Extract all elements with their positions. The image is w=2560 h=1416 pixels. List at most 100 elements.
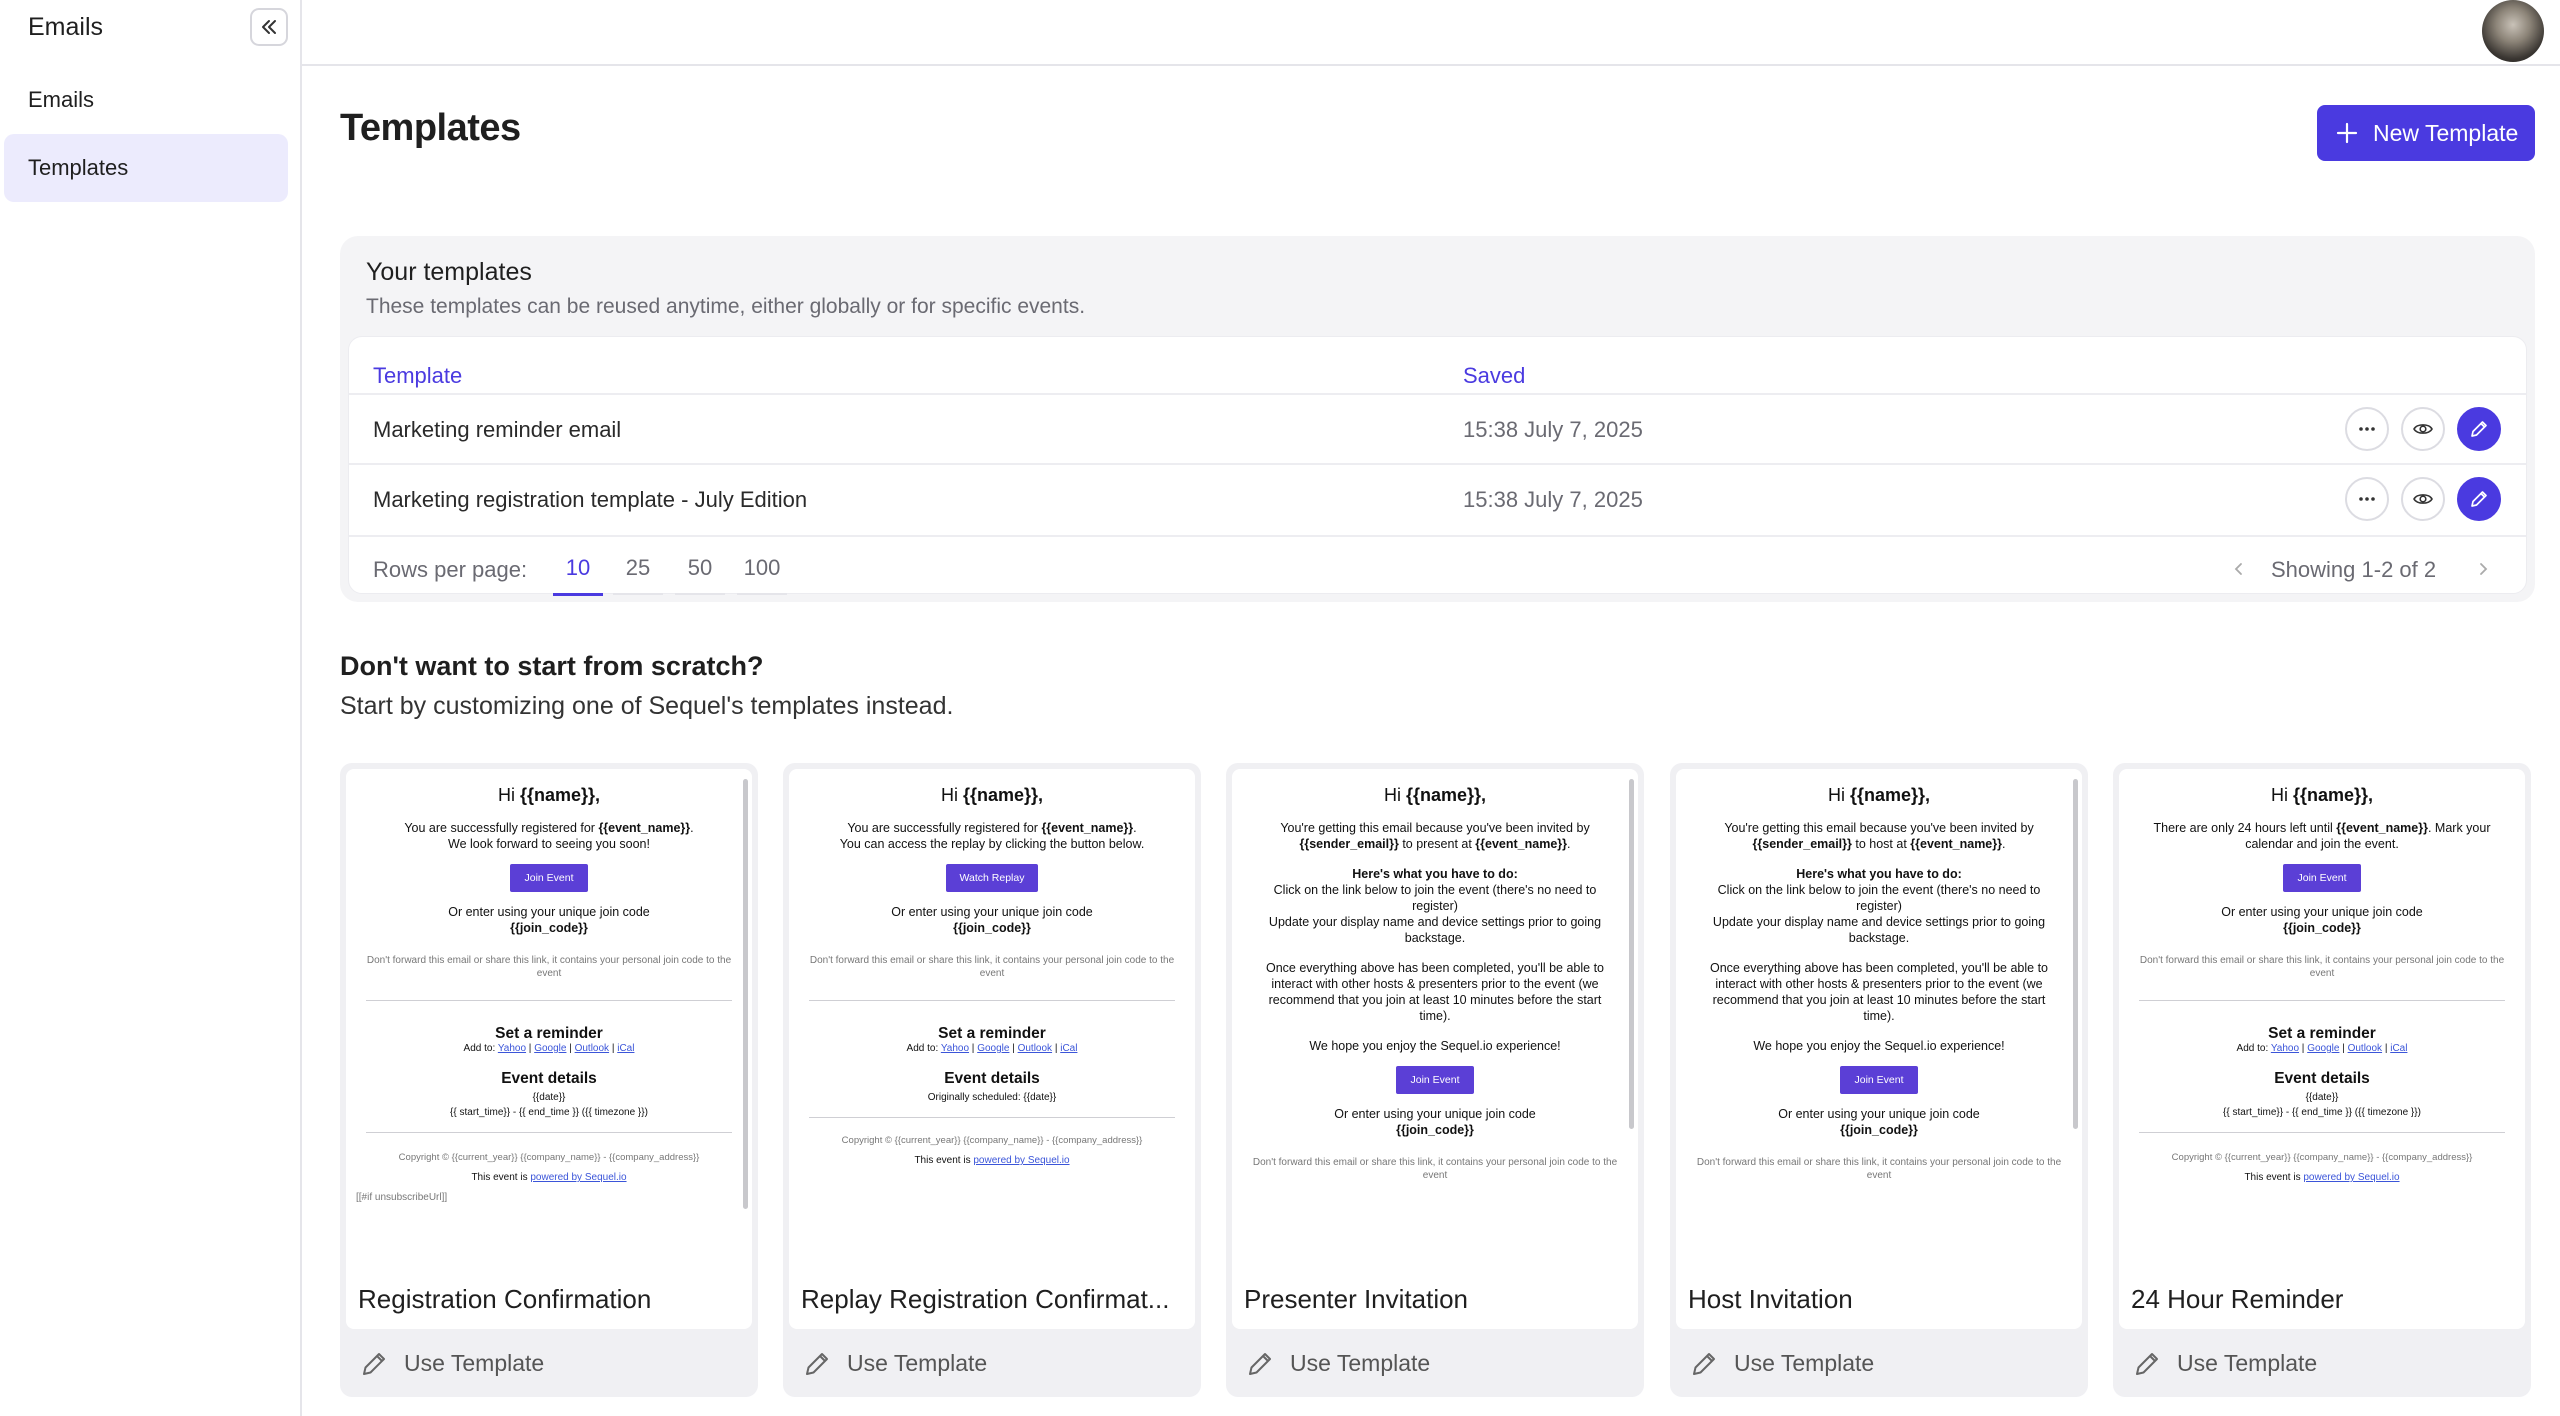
email-preview: Hi {{name}}, You're getting this email b… — [1676, 769, 2082, 1269]
preview-text: You can access the replay by clicking th… — [839, 837, 1145, 851]
preview-join-code: {{join_code}} — [510, 921, 588, 935]
preview-text: We hope you enjoy the Sequel.io experien… — [1753, 1039, 2005, 1053]
preview-note: Don't forward this email or share this l… — [2139, 955, 2505, 979]
more-horizontal-icon — [2359, 427, 2375, 431]
avatar[interactable] — [2482, 0, 2544, 62]
use-template-button[interactable]: Use Template — [1690, 1343, 1874, 1383]
table-footer: Rows per page: 10 25 50 100 Showing 1-2 … — [349, 535, 2526, 596]
rows-per-page-option-25[interactable]: 25 — [613, 555, 663, 595]
preview-text: You are successfully registered for {{ev… — [404, 821, 694, 835]
template-card-replay-registration[interactable]: Hi {{name}}, You are successfully regist… — [783, 763, 1201, 1397]
email-preview: Hi {{name}}, You're getting this email b… — [1232, 769, 1638, 1269]
preview-button[interactable] — [2401, 477, 2445, 521]
preview-divider — [366, 1000, 732, 1001]
eye-icon — [2413, 424, 2433, 434]
pencil-icon — [806, 1353, 828, 1375]
sidebar-item-emails[interactable]: Emails — [4, 66, 288, 134]
preview-join-code: {{join_code}} — [1396, 1123, 1474, 1137]
rows-per-page-option-50[interactable]: 50 — [675, 555, 725, 595]
preview-divider — [366, 1132, 732, 1133]
preview-text: Or enter using your unique join code — [1334, 1107, 1536, 1121]
more-options-button[interactable] — [2345, 477, 2389, 521]
preview-divider — [809, 1000, 1175, 1001]
templates-table: Template Saved Marketing reminder email … — [348, 336, 2527, 596]
template-card-host-invitation[interactable]: Hi {{name}}, You're getting this email b… — [1670, 763, 2088, 1397]
preview-scrollbar[interactable] — [1629, 779, 1634, 1129]
preview-join-code: {{join_code}} — [2283, 921, 2361, 935]
template-card-name: Replay Registration Confirmat... — [789, 1269, 1195, 1329]
sidebar: Emails Emails Templates — [0, 0, 302, 1416]
pencil-icon — [1249, 1353, 1271, 1375]
use-template-label: Use Template — [1734, 1349, 1875, 1376]
sidebar-item-templates[interactable]: Templates — [4, 134, 288, 202]
edit-button[interactable] — [2457, 407, 2501, 451]
sidebar-title: Emails — [28, 13, 104, 41]
preview-todo-title: Here's what you have to do: — [1352, 867, 1518, 881]
more-horizontal-icon — [2359, 497, 2375, 501]
preview-text: Or enter using your unique join code — [448, 905, 650, 919]
chevron-left-icon — [2234, 563, 2242, 575]
rows-per-page-option-10[interactable]: 10 — [553, 555, 603, 596]
preview-divider — [2139, 1000, 2505, 1001]
template-name: Marketing reminder email — [373, 417, 622, 442]
template-card-24-hour-reminder[interactable]: Hi {{name}}, There are only 24 hours lef… — [2113, 763, 2531, 1397]
preview-reminder-title: Set a reminder — [2268, 1025, 2376, 1042]
preview-join-button: Join Event — [1396, 1066, 1474, 1094]
preview-text: Or enter using your unique join code — [1778, 1107, 1980, 1121]
template-card-registration-confirmation[interactable]: Hi {{name}}, You are successfully regist… — [340, 763, 758, 1397]
sidebar-item-label: Templates — [28, 155, 129, 180]
rows-per-page-option-100[interactable]: 100 — [737, 555, 787, 595]
previous-page-button[interactable] — [2225, 555, 2253, 583]
column-header-saved[interactable]: Saved — [1463, 363, 1525, 389]
use-template-button[interactable]: Use Template — [360, 1343, 544, 1383]
your-templates-title: Your templates — [366, 258, 532, 286]
table-row[interactable]: Marketing reminder email 15:38 July 7, 2… — [349, 393, 2526, 463]
preview-date: {{date}} — [532, 1092, 566, 1103]
template-card-name: Presenter Invitation — [1232, 1269, 1638, 1329]
use-template-button[interactable]: Use Template — [1246, 1343, 1430, 1383]
preview-greeting: Hi {{name}}, — [2270, 785, 2374, 805]
use-template-button[interactable]: Use Template — [803, 1343, 987, 1383]
preview-copyright: Copyright © {{current_year}} {{company_n… — [398, 1152, 700, 1163]
preview-button[interactable] — [2401, 407, 2445, 451]
preview-greeting: Hi {{name}}, — [940, 785, 1044, 805]
scratch-section-subtitle: Start by customizing one of Sequel's tem… — [340, 692, 954, 720]
preview-calendar-links: Add to: Yahoo | Google | Outlook | iCal — [2236, 1043, 2408, 1054]
edit-button[interactable] — [2457, 477, 2501, 521]
use-template-button[interactable]: Use Template — [2133, 1343, 2317, 1383]
template-name: Marketing registration template - July E… — [373, 487, 808, 512]
template-saved-date: 15:38 July 7, 2025 — [1463, 487, 1643, 512]
preview-greeting: Hi {{name}}, — [497, 785, 601, 805]
pencil-icon — [2136, 1353, 2158, 1375]
preview-original-date: Originally scheduled: {{date}} — [927, 1092, 1057, 1103]
new-template-button[interactable]: New Template — [2317, 105, 2535, 161]
template-saved-date: 15:38 July 7, 2025 — [1463, 417, 1643, 442]
preview-text: There are only 24 hours left until {{eve… — [2153, 821, 2491, 851]
sidebar-item-label: Emails — [28, 87, 95, 112]
page-title: Templates — [340, 107, 521, 149]
table-row[interactable]: Marketing registration template - July E… — [349, 463, 2526, 533]
template-card-name: Host Invitation — [1676, 1269, 2082, 1329]
preview-text: Update your display name and device sett… — [1268, 915, 1602, 945]
preview-details-title: Event details — [2274, 1070, 2370, 1087]
pencil-icon — [2471, 491, 2487, 507]
preview-text: Or enter using your unique join code — [891, 905, 1093, 919]
pencil-icon — [2471, 421, 2487, 437]
preview-scrollbar[interactable] — [2073, 779, 2078, 1129]
preview-todo-title: Here's what you have to do: — [1796, 867, 1962, 881]
next-page-button[interactable] — [2469, 555, 2497, 583]
preview-reminder-title: Set a reminder — [938, 1025, 1046, 1042]
preview-copyright: Copyright © {{current_year}} {{company_n… — [2171, 1152, 2473, 1163]
collapse-sidebar-button[interactable] — [250, 8, 288, 46]
template-card-presenter-invitation[interactable]: Hi {{name}}, You're getting this email b… — [1226, 763, 1644, 1397]
preview-divider — [809, 1117, 1175, 1118]
eye-icon — [2413, 494, 2433, 504]
more-options-button[interactable] — [2345, 407, 2389, 451]
column-header-template[interactable]: Template — [373, 363, 462, 389]
preview-note: Don't forward this email or share this l… — [1252, 1157, 1618, 1181]
preview-note: Don't forward this email or share this l… — [366, 955, 732, 979]
preview-text: You're getting this email because you've… — [1724, 821, 2034, 851]
preview-scrollbar[interactable] — [743, 779, 748, 1209]
template-card-name: 24 Hour Reminder — [2119, 1269, 2525, 1329]
preview-details-title: Event details — [501, 1070, 597, 1087]
